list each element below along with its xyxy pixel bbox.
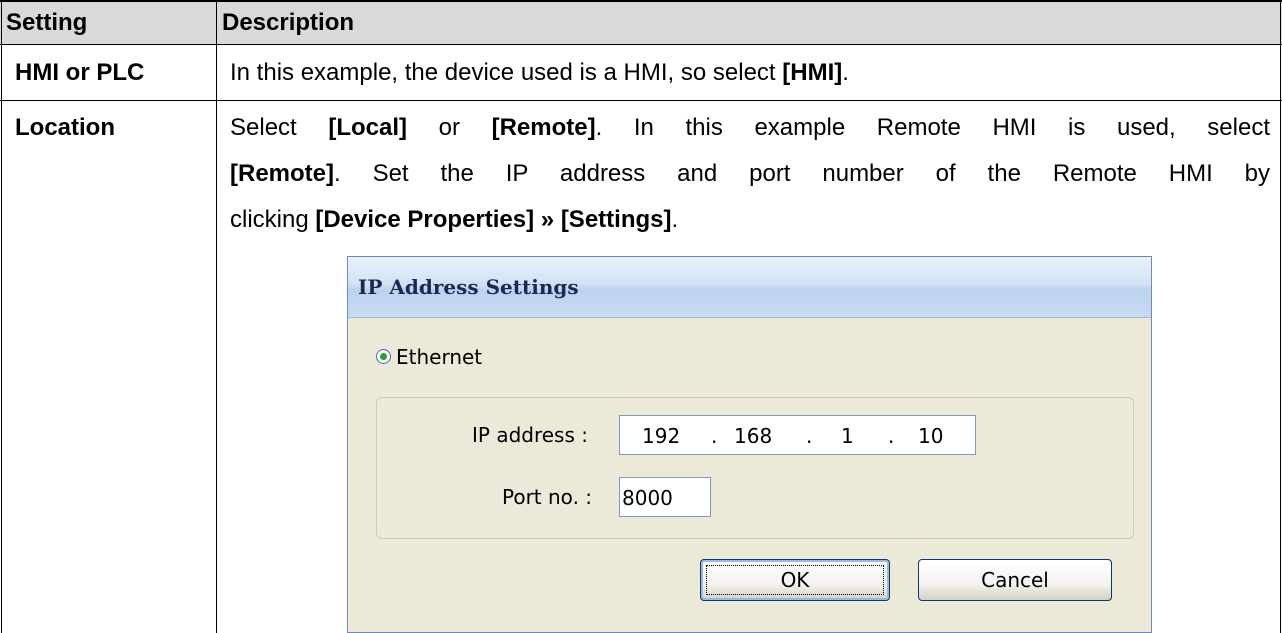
- cancel-button-label: Cancel: [981, 568, 1049, 592]
- ip-octet-3[interactable]: 1: [841, 424, 854, 448]
- table-header-row: Setting Description: [0, 0, 1282, 44]
- row-desc-location-line1: Select [Local] or [Remote]. In this exam…: [230, 114, 1271, 141]
- table-border-top: [0, 0, 1282, 2]
- cancel-button[interactable]: Cancel: [918, 559, 1112, 601]
- ip-dot-1: .: [711, 424, 718, 448]
- ethernet-radio[interactable]: [376, 349, 391, 364]
- port-label: Port no. :: [502, 485, 593, 509]
- ethernet-radio-label[interactable]: Ethernet: [396, 345, 482, 369]
- header-setting: Setting: [6, 9, 88, 36]
- ip-address-input[interactable]: 192 . 168 . 1 . 10: [619, 415, 976, 455]
- row-setting-hmi-or-plc: HMI or PLC: [15, 59, 145, 86]
- ip-dot-3: .: [888, 424, 895, 448]
- radio-selected-dot: [380, 353, 387, 360]
- row-desc-location-line2: [Remote]. Set the IP address and port nu…: [230, 160, 1270, 187]
- row-desc-hmi-or-plc: In this example, the device used is a HM…: [230, 59, 849, 86]
- ip-octet-2[interactable]: 168: [734, 424, 772, 448]
- ok-focus-ring: [706, 565, 884, 595]
- row-setting-location: Location: [15, 114, 115, 141]
- dialog-title-bar[interactable]: IP Address Settings: [348, 257, 1151, 318]
- ip-address-settings-dialog: IP Address Settings Ethernet IP address …: [347, 256, 1152, 633]
- ip-octet-1[interactable]: 192: [642, 424, 680, 448]
- ip-dot-2: .: [806, 424, 813, 448]
- table-divider-column: [216, 0, 217, 633]
- table-border-right: [1280, 0, 1281, 633]
- table-divider-header: [0, 44, 1282, 45]
- row-desc-location-line3: clicking [Device Properties] » [Settings…: [230, 206, 679, 233]
- header-description: Description: [222, 9, 355, 36]
- port-value: 8000: [622, 486, 673, 510]
- table-divider-row1: [0, 100, 1282, 101]
- port-input[interactable]: 8000: [619, 477, 711, 517]
- table-border-left: [1, 0, 2, 633]
- ok-button[interactable]: OK: [700, 559, 890, 601]
- ip-address-label: IP address :: [472, 423, 588, 447]
- dialog-title: IP Address Settings: [358, 275, 579, 299]
- ip-octet-4[interactable]: 10: [918, 424, 943, 448]
